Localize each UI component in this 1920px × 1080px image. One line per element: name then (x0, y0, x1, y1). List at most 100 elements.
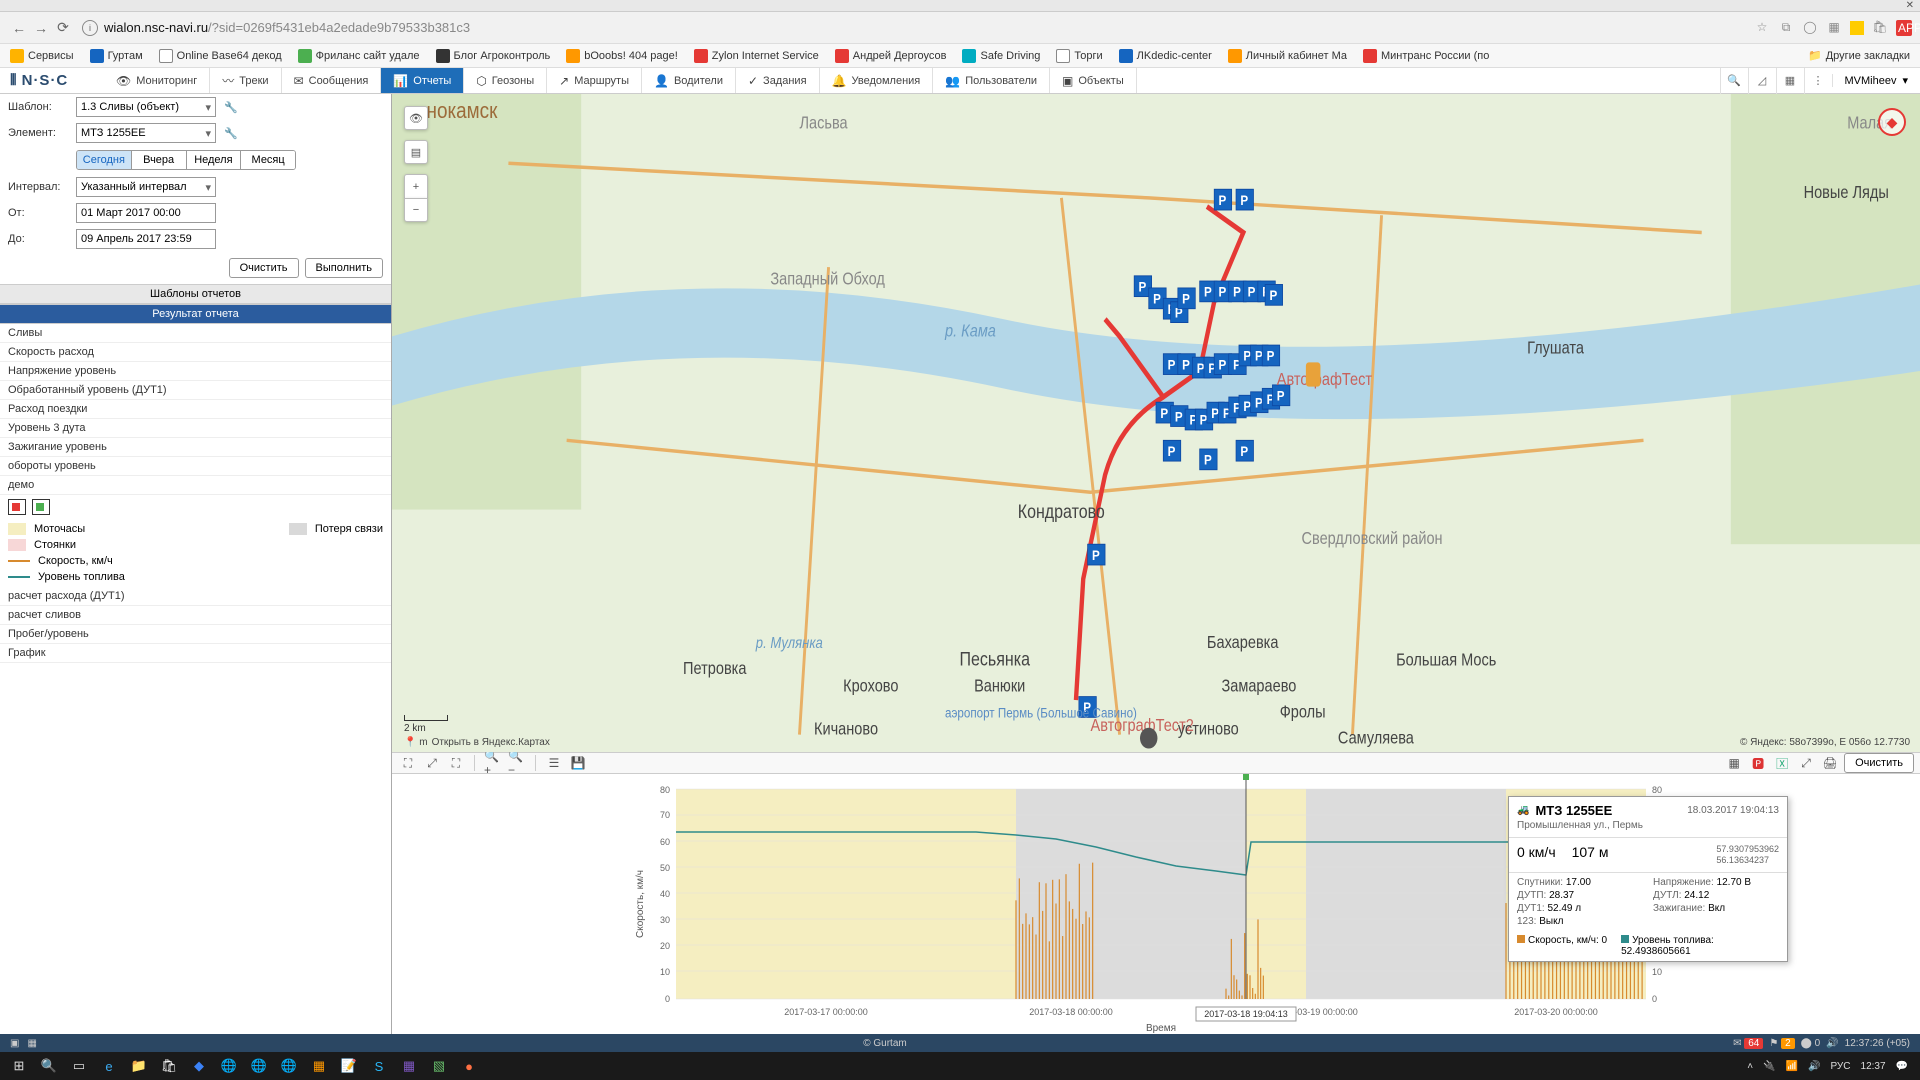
result-item[interactable]: Пробег/уровень (0, 625, 391, 644)
element-select[interactable]: МТЗ 1255ЕЕ (76, 123, 216, 143)
print-icon[interactable]: 🖨 (1820, 754, 1840, 772)
from-input[interactable] (76, 203, 216, 223)
apps-grid-icon[interactable]: ▦ (1776, 68, 1804, 94)
map-type-icon[interactable]: ▤ (404, 140, 428, 164)
nav-tab-5[interactable]: ↗Маршруты (547, 68, 642, 93)
taskbar-app-icon[interactable]: 📁 (124, 1052, 154, 1080)
nav-tab-7[interactable]: ✓Задания (736, 68, 820, 93)
result-item[interactable]: Сливы (0, 324, 391, 343)
chart-list-icon[interactable]: ☰ (544, 754, 564, 772)
bookmark-item[interactable]: bOoobs! 404 page! (566, 49, 678, 63)
result-item[interactable]: расчет сливов (0, 606, 391, 625)
chart[interactable]: 01020 304050 607080 01020 304050 607080 … (392, 774, 1920, 1034)
start-icon[interactable]: ⊞ (4, 1052, 34, 1080)
bookmark-item[interactable]: Сервисы (10, 49, 74, 63)
window-close-icon[interactable]: ✕ (1906, 0, 1914, 11)
export-expand-icon[interactable]: ⤢ (1796, 754, 1816, 772)
tray-notifications-icon[interactable]: 💬 (1896, 1061, 1908, 1072)
bookmark-item[interactable]: Zylon Internet Service (694, 49, 819, 63)
ext-apps-icon[interactable]: APPS (1896, 20, 1912, 36)
bookmark-star-icon[interactable]: ☆ (1754, 20, 1770, 36)
reload-icon[interactable]: ⟳ (52, 19, 74, 36)
bookmarks-more[interactable]: 📁 Другие закладки (1808, 49, 1910, 62)
result-item[interactable]: Зажигание уровень (0, 438, 391, 457)
task-view-icon[interactable]: ▭ (64, 1052, 94, 1080)
tray-icon[interactable]: 🔌 (1763, 1061, 1775, 1072)
nav-tab-6[interactable]: 👤Водители (642, 68, 736, 93)
tray-icon[interactable]: ˄ (1747, 1061, 1753, 1072)
ext-icon[interactable]: ⧉ (1778, 20, 1794, 36)
menu-icon[interactable]: ⋮ (1804, 68, 1832, 94)
clear-button[interactable]: Очистить (229, 258, 299, 278)
ext-icon[interactable]: 🛍 (1872, 20, 1888, 36)
zoom-out-icon[interactable]: − (404, 198, 428, 222)
messages-icon[interactable]: ✉ 64 (1733, 1038, 1763, 1049)
taskbar-app-icon[interactable]: 🌐 (244, 1052, 274, 1080)
chart-save-icon[interactable]: 💾 (568, 754, 588, 772)
zoom-out-icon[interactable]: 🔍− (507, 754, 527, 772)
template-select[interactable]: 1.3 Сливы (объект) (76, 97, 216, 117)
search-icon[interactable]: 🔍 (1720, 68, 1748, 94)
ext-icon[interactable]: ◯ (1802, 20, 1818, 36)
ext-icon[interactable] (1850, 21, 1864, 35)
nav-tab-4[interactable]: ⬡Геозоны (464, 68, 547, 93)
taskbar-app-icon[interactable]: ▧ (424, 1052, 454, 1080)
taskbar-app-icon[interactable]: ● (454, 1052, 484, 1080)
chart-clear-button[interactable]: Очистить (1844, 753, 1914, 773)
tray-lang[interactable]: РУС (1830, 1061, 1850, 1072)
bookmark-item[interactable]: Личный кабинет Ма (1228, 49, 1347, 63)
taskbar-app-icon[interactable]: ◆ (184, 1052, 214, 1080)
nav-tab-0[interactable]: 👁Мониторинг (104, 68, 210, 93)
templates-header[interactable]: Шаблоны отчетов (0, 284, 391, 304)
taskbar-app-icon[interactable]: ▦ (304, 1052, 334, 1080)
taskbar-app-icon[interactable]: 🌐 (274, 1052, 304, 1080)
period-yesterday[interactable]: Вчера (132, 151, 187, 169)
open-yandex-link[interactable]: 📍 mОткрыть в Яндекс.Картах (404, 737, 550, 748)
result-item[interactable]: Обработанный уровень (ДУТ1) (0, 381, 391, 400)
bookmark-item[interactable]: Гуртам (90, 49, 143, 63)
period-today[interactable]: Сегодня (77, 151, 132, 169)
result-item[interactable]: Скорость расход (0, 343, 391, 362)
result-item[interactable]: расчет расхода (ДУТ1) (0, 587, 391, 606)
nav-tab-9[interactable]: 👥Пользователи (933, 68, 1050, 93)
to-input[interactable] (76, 229, 216, 249)
legend-toggle-icon[interactable] (8, 499, 26, 515)
chart-tool-icon[interactable]: ⛶ (398, 754, 418, 772)
chart-tool-icon[interactable]: ⛶ (446, 754, 466, 772)
bookmark-item[interactable]: Минтранс России (по (1363, 49, 1489, 63)
sound-icon[interactable]: 🔊 (1826, 1038, 1838, 1049)
user-menu[interactable]: MVMiheev ▾ (1832, 74, 1920, 87)
interval-select[interactable]: Указанный интервал (76, 177, 216, 197)
result-item[interactable]: Напряжение уровень (0, 362, 391, 381)
map-layers-icon[interactable]: 👁 (404, 106, 428, 130)
zoom-in-icon[interactable]: 🔍+ (483, 754, 503, 772)
nav-tab-2[interactable]: ✉Сообщения (282, 68, 382, 93)
run-button[interactable]: Выполнить (305, 258, 383, 278)
export-xls-icon[interactable]: 🅇 (1772, 754, 1792, 772)
period-month[interactable]: Месяц (241, 151, 295, 169)
tray-icon[interactable]: 🔊 (1808, 1061, 1820, 1072)
taskbar-app-icon[interactable]: 📝 (334, 1052, 364, 1080)
bookmark-item[interactable]: Фриланс сайт удале (298, 49, 420, 63)
tray-icon[interactable]: 📶 (1786, 1061, 1798, 1072)
address-bar[interactable]: i wialon.nsc-navi.ru/?sid=0269f5431eb4a2… (82, 20, 1746, 36)
bookmark-item[interactable]: Андрей Дергоусов (835, 49, 947, 63)
result-item[interactable]: демо (0, 476, 391, 495)
taskbar-app-icon[interactable]: S (364, 1052, 394, 1080)
result-item[interactable]: График (0, 644, 391, 663)
taskbar-app-icon[interactable]: 🛍 (154, 1052, 184, 1080)
taskbar-app-icon[interactable]: ▦ (394, 1052, 424, 1080)
status-left-icon[interactable]: ▦ (27, 1038, 36, 1049)
taskbar-app-icon[interactable]: 🌐 (214, 1052, 244, 1080)
bookmark-item[interactable]: Online Base64 декод (159, 49, 282, 63)
ext-icon[interactable]: ▦ (1826, 20, 1842, 36)
bookmark-item[interactable]: Торги (1056, 49, 1102, 63)
bookmark-item[interactable]: Safe Driving (962, 49, 1040, 63)
chart-tool-icon[interactable]: ⤢ (422, 754, 442, 772)
nav-tab-1[interactable]: 〰Треки (210, 68, 281, 93)
search-icon[interactable]: 🔍 (34, 1052, 64, 1080)
result-item[interactable]: Расход поездки (0, 400, 391, 419)
taskbar-app-icon[interactable]: e (94, 1052, 124, 1080)
legend-toggle-icon[interactable] (32, 499, 50, 515)
result-item[interactable]: обороты уровень (0, 457, 391, 476)
